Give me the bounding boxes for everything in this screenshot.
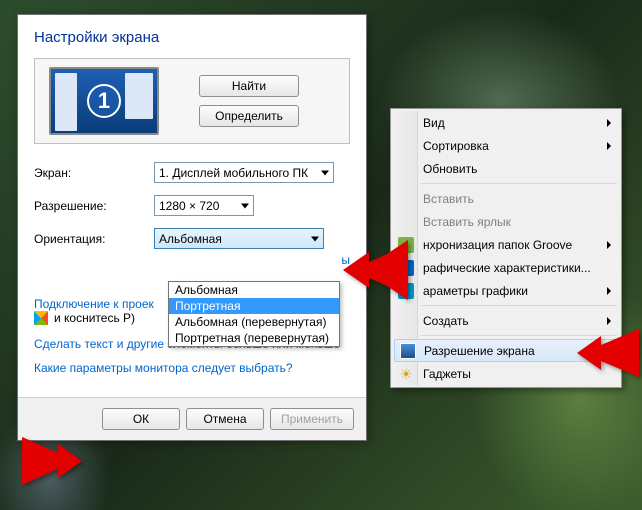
orientation-dropdown-list[interactable]: Альбомная Портретная Альбомная (переверн…: [168, 281, 340, 347]
find-button[interactable]: Найти: [199, 75, 299, 97]
monitor-thumbnail[interactable]: 1: [49, 67, 159, 135]
chevron-down-icon: [311, 236, 319, 241]
detect-button[interactable]: Определить: [199, 105, 299, 127]
submenu-arrow-icon: [607, 142, 611, 150]
menu-groove-sync[interactable]: нхронизация папок Groove: [393, 233, 619, 256]
display-select[interactable]: 1. Дисплей мобильного ПК: [154, 162, 334, 183]
menu-sort[interactable]: Сортировка: [393, 134, 619, 157]
orientation-option[interactable]: Портретная (перевернутая): [169, 330, 339, 346]
submenu-arrow-icon: [607, 119, 611, 127]
menu-refresh[interactable]: Обновить: [393, 157, 619, 180]
monitor-icon: [400, 343, 416, 359]
annotation-arrow-icon: [577, 326, 639, 380]
orientation-option-selected[interactable]: Портретная: [169, 298, 339, 314]
menu-graphics-params[interactable]: араметры графики: [393, 279, 619, 302]
which-settings-link[interactable]: Какие параметры монитора следует выбрать…: [34, 361, 350, 375]
orientation-select[interactable]: Альбомная: [154, 228, 324, 249]
windows-flag-icon: [34, 311, 48, 325]
display-preview-area: 1 Найти Определить: [34, 58, 350, 144]
annotation-arrow-icon: [343, 240, 408, 300]
submenu-arrow-icon: [607, 287, 611, 295]
annotation-arrow-icon: [22, 434, 82, 488]
orientation-option[interactable]: Альбомная (перевернутая): [169, 314, 339, 330]
chevron-down-icon: [321, 170, 329, 175]
submenu-arrow-icon: [607, 241, 611, 249]
resolution-label: Разрешение:: [34, 199, 154, 213]
display-label: Экран:: [34, 166, 154, 180]
resolution-select[interactable]: 1280 × 720: [154, 195, 254, 216]
orientation-label: Ориентация:: [34, 232, 154, 246]
apply-button[interactable]: Применить: [270, 408, 354, 430]
monitor-number: 1: [87, 84, 121, 118]
connect-projector-link[interactable]: Подключение к проек: [34, 297, 154, 311]
cancel-button[interactable]: Отмена: [186, 408, 264, 430]
orientation-option[interactable]: Альбомная: [169, 282, 339, 298]
menu-paste: Вставить: [393, 187, 619, 210]
menu-graphics-characteristics[interactable]: рафические характеристики...: [393, 256, 619, 279]
menu-separator: [421, 183, 617, 184]
menu-view[interactable]: Вид: [393, 111, 619, 134]
dialog-title: Настройки экрана: [34, 29, 350, 46]
gadgets-icon: [398, 366, 414, 382]
menu-paste-shortcut: Вставить ярлык: [393, 210, 619, 233]
ok-button[interactable]: ОК: [102, 408, 180, 430]
menu-separator: [421, 305, 617, 306]
chevron-down-icon: [241, 203, 249, 208]
shortcut-hint: и коснитесь P): [54, 311, 135, 325]
screen-settings-dialog: Настройки экрана 1 Найти Определить Экра…: [17, 14, 367, 441]
submenu-arrow-icon: [607, 317, 611, 325]
